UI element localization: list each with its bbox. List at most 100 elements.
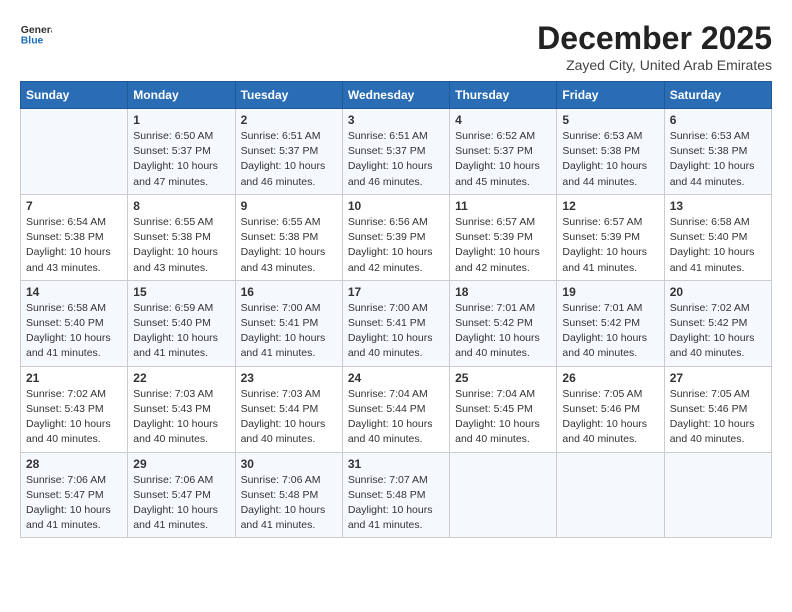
day-info: Sunrise: 7:05 AM Sunset: 5:46 PM Dayligh… bbox=[670, 387, 766, 448]
day-number: 26 bbox=[562, 371, 658, 385]
day-number: 25 bbox=[455, 371, 551, 385]
calendar-cell-w2-d3: 9 Sunrise: 6:55 AM Sunset: 5:38 PM Daylig… bbox=[235, 194, 342, 280]
day-number: 17 bbox=[348, 285, 444, 299]
calendar-cell-w2-d1: 7 Sunrise: 6:54 AM Sunset: 5:38 PM Daylig… bbox=[21, 194, 128, 280]
day-number: 5 bbox=[562, 113, 658, 127]
day-info: Sunrise: 7:06 AM Sunset: 5:47 PM Dayligh… bbox=[26, 473, 122, 534]
logo-icon: General Blue bbox=[20, 20, 52, 48]
week-row-1: 1 Sunrise: 6:50 AM Sunset: 5:37 PM Daylig… bbox=[21, 109, 772, 195]
page-header: General Blue December 2025 Zayed City, U… bbox=[20, 20, 772, 73]
calendar-cell-w5-d1: 28Sunrise: 7:06 AM Sunset: 5:47 PM Dayli… bbox=[21, 452, 128, 538]
day-number: 1 bbox=[133, 113, 229, 127]
calendar-cell-w4-d5: 25Sunrise: 7:04 AM Sunset: 5:45 PM Dayli… bbox=[450, 366, 557, 452]
calendar-cell-w3-d6: 19 Sunrise: 7:01 AM Sunset: 5:42 PM Dayli… bbox=[557, 280, 664, 366]
day-number: 19 bbox=[562, 285, 658, 299]
calendar-cell-w2-d7: 13Sunrise: 6:58 AM Sunset: 5:40 PM Dayli… bbox=[664, 194, 771, 280]
day-info: Sunrise: 6:51 AM Sunset: 5:37 PM Dayligh… bbox=[348, 129, 444, 190]
logo: General Blue bbox=[20, 20, 52, 48]
header-wednesday: Wednesday bbox=[342, 82, 449, 109]
day-number: 24 bbox=[348, 371, 444, 385]
title-section: December 2025 Zayed City, United Arab Em… bbox=[537, 20, 772, 73]
calendar-cell-w4-d2: 22 Sunrise: 7:03 AM Sunset: 5:43 PM Dayli… bbox=[128, 366, 235, 452]
calendar-cell-w2-d2: 8Sunrise: 6:55 AM Sunset: 5:38 PM Daylig… bbox=[128, 194, 235, 280]
day-info: Sunrise: 7:02 AM Sunset: 5:42 PM Dayligh… bbox=[670, 301, 766, 362]
header-friday: Friday bbox=[557, 82, 664, 109]
day-number: 3 bbox=[348, 113, 444, 127]
day-number: 22 bbox=[133, 371, 229, 385]
day-number: 10 bbox=[348, 199, 444, 213]
svg-text:Blue: Blue bbox=[21, 36, 44, 47]
calendar-cell-w2-d5: 11 Sunrise: 6:57 AM Sunset: 5:39 PM Dayli… bbox=[450, 194, 557, 280]
calendar-cell-w5-d6 bbox=[557, 452, 664, 538]
calendar-cell-w5-d3: 30 Sunrise: 7:06 AM Sunset: 5:48 PM Dayli… bbox=[235, 452, 342, 538]
calendar-cell-w4-d1: 21 Sunrise: 7:02 AM Sunset: 5:43 PM Dayli… bbox=[21, 366, 128, 452]
calendar-cell-w1-d2: 1 Sunrise: 6:50 AM Sunset: 5:37 PM Daylig… bbox=[128, 109, 235, 195]
day-info: Sunrise: 7:02 AM Sunset: 5:43 PM Dayligh… bbox=[26, 387, 122, 448]
calendar-cell-w1-d5: 4Sunrise: 6:52 AM Sunset: 5:37 PM Daylig… bbox=[450, 109, 557, 195]
day-info: Sunrise: 7:00 AM Sunset: 5:41 PM Dayligh… bbox=[348, 301, 444, 362]
day-number: 8 bbox=[133, 199, 229, 213]
week-row-5: 28Sunrise: 7:06 AM Sunset: 5:47 PM Dayli… bbox=[21, 452, 772, 538]
calendar-cell-w3-d3: 16Sunrise: 7:00 AM Sunset: 5:41 PM Dayli… bbox=[235, 280, 342, 366]
header-thursday: Thursday bbox=[450, 82, 557, 109]
day-info: Sunrise: 6:54 AM Sunset: 5:38 PM Dayligh… bbox=[26, 215, 122, 276]
header-tuesday: Tuesday bbox=[235, 82, 342, 109]
calendar-cell-w5-d4: 31 Sunrise: 7:07 AM Sunset: 5:48 PM Dayli… bbox=[342, 452, 449, 538]
day-info: Sunrise: 7:05 AM Sunset: 5:46 PM Dayligh… bbox=[562, 387, 658, 448]
calendar-cell-w3-d7: 20 Sunrise: 7:02 AM Sunset: 5:42 PM Dayli… bbox=[664, 280, 771, 366]
calendar-cell-w1-d6: 5Sunrise: 6:53 AM Sunset: 5:38 PM Daylig… bbox=[557, 109, 664, 195]
day-number: 31 bbox=[348, 457, 444, 471]
day-info: Sunrise: 6:50 AM Sunset: 5:37 PM Dayligh… bbox=[133, 129, 229, 190]
day-info: Sunrise: 7:04 AM Sunset: 5:44 PM Dayligh… bbox=[348, 387, 444, 448]
calendar-cell-w4-d4: 24 Sunrise: 7:04 AM Sunset: 5:44 PM Dayli… bbox=[342, 366, 449, 452]
week-row-2: 7 Sunrise: 6:54 AM Sunset: 5:38 PM Daylig… bbox=[21, 194, 772, 280]
svg-text:General: General bbox=[21, 25, 52, 36]
day-number: 21 bbox=[26, 371, 122, 385]
day-info: Sunrise: 7:00 AM Sunset: 5:41 PM Dayligh… bbox=[241, 301, 337, 362]
day-info: Sunrise: 7:07 AM Sunset: 5:48 PM Dayligh… bbox=[348, 473, 444, 534]
calendar-cell-w1-d1 bbox=[21, 109, 128, 195]
day-number: 12 bbox=[562, 199, 658, 213]
day-info: Sunrise: 6:55 AM Sunset: 5:38 PM Dayligh… bbox=[241, 215, 337, 276]
day-info: Sunrise: 7:06 AM Sunset: 5:48 PM Dayligh… bbox=[241, 473, 337, 534]
day-info: Sunrise: 6:53 AM Sunset: 5:38 PM Dayligh… bbox=[670, 129, 766, 190]
calendar-cell-w4-d3: 23 Sunrise: 7:03 AM Sunset: 5:44 PM Dayli… bbox=[235, 366, 342, 452]
day-info: Sunrise: 6:59 AM Sunset: 5:40 PM Dayligh… bbox=[133, 301, 229, 362]
day-number: 6 bbox=[670, 113, 766, 127]
calendar-cell-w2-d4: 10Sunrise: 6:56 AM Sunset: 5:39 PM Dayli… bbox=[342, 194, 449, 280]
location-subtitle: Zayed City, United Arab Emirates bbox=[537, 57, 772, 73]
day-number: 14 bbox=[26, 285, 122, 299]
day-info: Sunrise: 6:58 AM Sunset: 5:40 PM Dayligh… bbox=[26, 301, 122, 362]
day-number: 2 bbox=[241, 113, 337, 127]
calendar-cell-w5-d2: 29Sunrise: 7:06 AM Sunset: 5:47 PM Dayli… bbox=[128, 452, 235, 538]
calendar-cell-w4-d6: 26 Sunrise: 7:05 AM Sunset: 5:46 PM Dayli… bbox=[557, 366, 664, 452]
day-info: Sunrise: 7:06 AM Sunset: 5:47 PM Dayligh… bbox=[133, 473, 229, 534]
header-saturday: Saturday bbox=[664, 82, 771, 109]
day-info: Sunrise: 7:03 AM Sunset: 5:44 PM Dayligh… bbox=[241, 387, 337, 448]
day-number: 7 bbox=[26, 199, 122, 213]
day-number: 9 bbox=[241, 199, 337, 213]
calendar-cell-w5-d7 bbox=[664, 452, 771, 538]
day-info: Sunrise: 6:51 AM Sunset: 5:37 PM Dayligh… bbox=[241, 129, 337, 190]
day-info: Sunrise: 7:01 AM Sunset: 5:42 PM Dayligh… bbox=[562, 301, 658, 362]
calendar-cell-w3-d4: 17 Sunrise: 7:00 AM Sunset: 5:41 PM Dayli… bbox=[342, 280, 449, 366]
calendar-cell-w2-d6: 12Sunrise: 6:57 AM Sunset: 5:39 PM Dayli… bbox=[557, 194, 664, 280]
day-number: 23 bbox=[241, 371, 337, 385]
calendar-cell-w3-d1: 14 Sunrise: 6:58 AM Sunset: 5:40 PM Dayli… bbox=[21, 280, 128, 366]
day-number: 20 bbox=[670, 285, 766, 299]
calendar-cell-w3-d5: 18Sunrise: 7:01 AM Sunset: 5:42 PM Dayli… bbox=[450, 280, 557, 366]
calendar-cell-w3-d2: 15 Sunrise: 6:59 AM Sunset: 5:40 PM Dayli… bbox=[128, 280, 235, 366]
day-number: 30 bbox=[241, 457, 337, 471]
day-number: 15 bbox=[133, 285, 229, 299]
day-info: Sunrise: 6:57 AM Sunset: 5:39 PM Dayligh… bbox=[455, 215, 551, 276]
header-sunday: Sunday bbox=[21, 82, 128, 109]
calendar-table: SundayMondayTuesdayWednesdayThursdayFrid… bbox=[20, 81, 772, 538]
calendar-cell-w1-d3: 2 Sunrise: 6:51 AM Sunset: 5:37 PM Daylig… bbox=[235, 109, 342, 195]
month-title: December 2025 bbox=[537, 20, 772, 57]
days-header-row: SundayMondayTuesdayWednesdayThursdayFrid… bbox=[21, 82, 772, 109]
day-number: 11 bbox=[455, 199, 551, 213]
day-info: Sunrise: 6:52 AM Sunset: 5:37 PM Dayligh… bbox=[455, 129, 551, 190]
calendar-cell-w4-d7: 27Sunrise: 7:05 AM Sunset: 5:46 PM Dayli… bbox=[664, 366, 771, 452]
day-info: Sunrise: 7:03 AM Sunset: 5:43 PM Dayligh… bbox=[133, 387, 229, 448]
day-info: Sunrise: 7:01 AM Sunset: 5:42 PM Dayligh… bbox=[455, 301, 551, 362]
